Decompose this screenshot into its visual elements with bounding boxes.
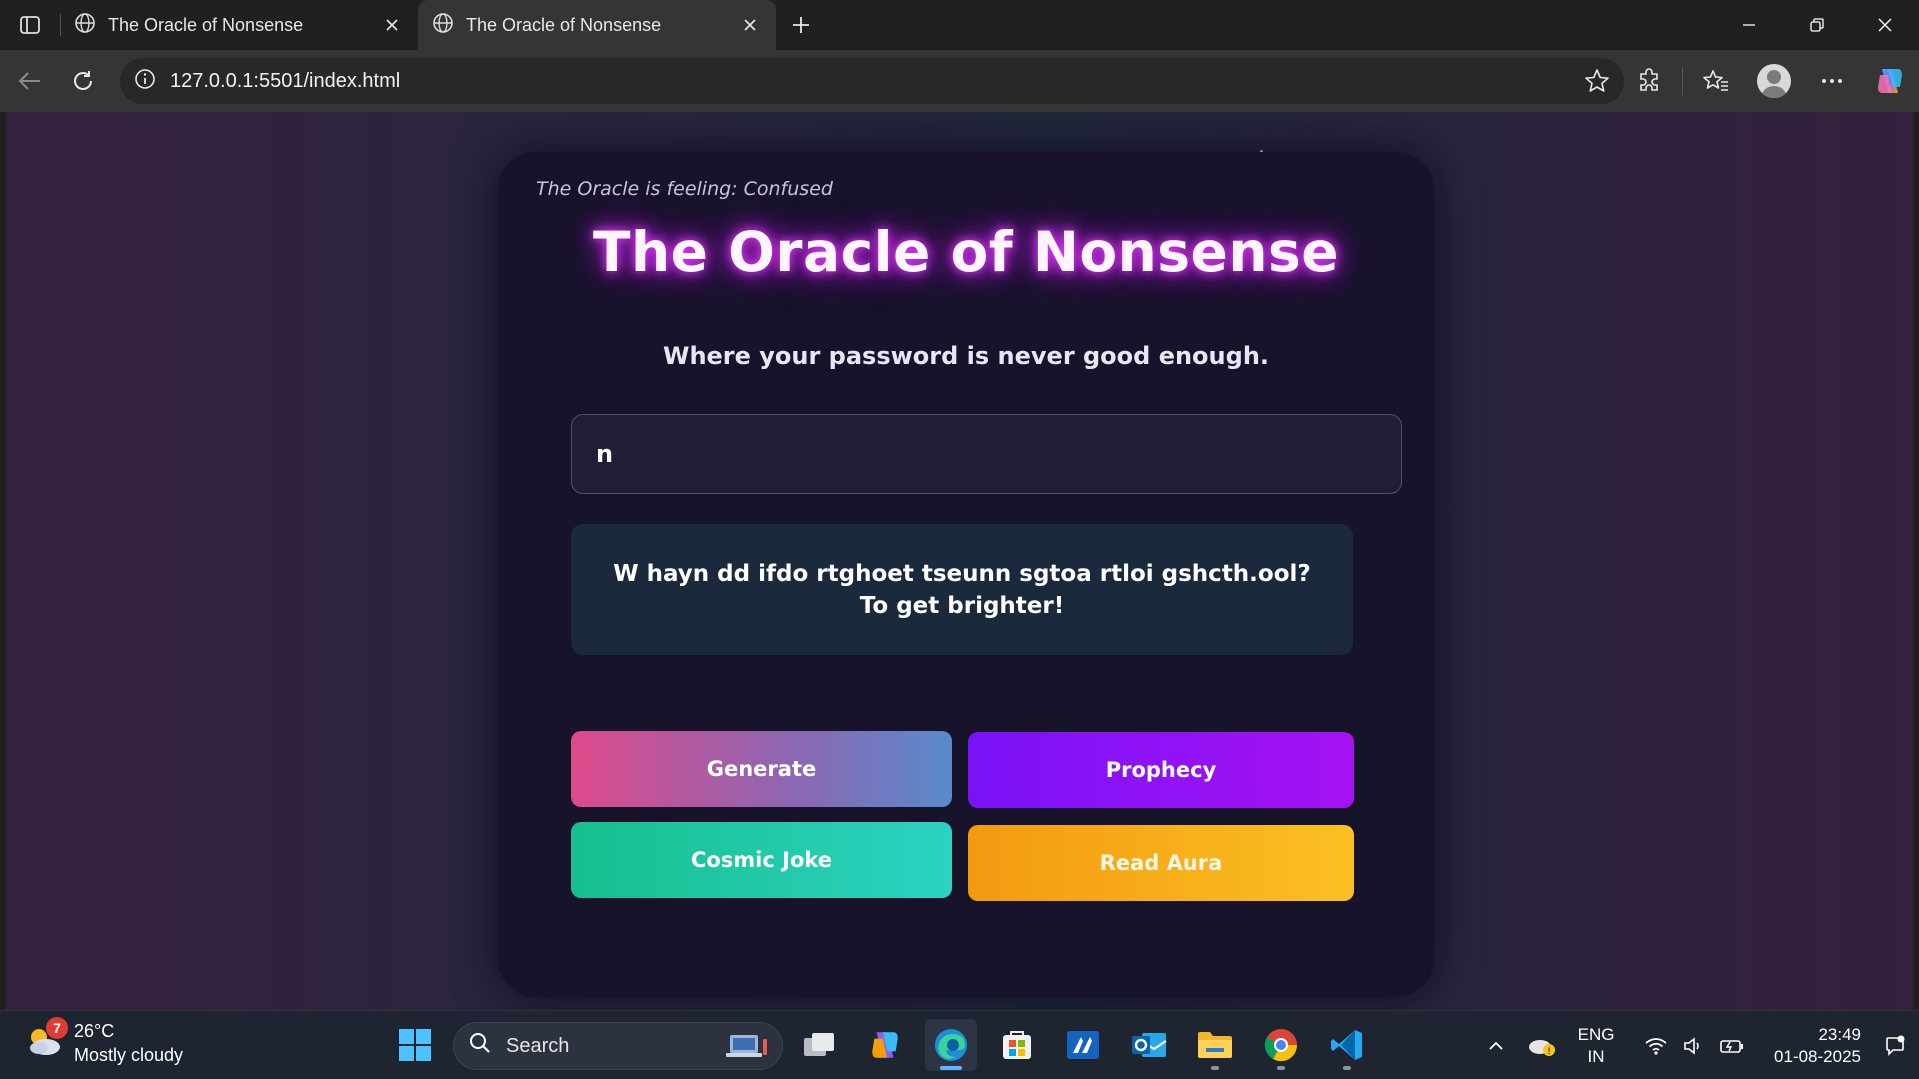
- weather-widget[interactable]: 7 26°C Mostly cloudy: [24, 1017, 183, 1067]
- globe-icon: [74, 12, 96, 39]
- chrome-icon[interactable]: [1255, 1019, 1307, 1071]
- favorites-icon[interactable]: [1687, 54, 1745, 108]
- notification-icon[interactable]: [1875, 1035, 1915, 1057]
- file-explorer-icon[interactable]: [1189, 1019, 1241, 1071]
- close-window-icon[interactable]: [1851, 0, 1919, 50]
- site-info-icon[interactable]: [134, 68, 156, 94]
- active-indicator: [940, 1066, 962, 1070]
- edge-app-icon[interactable]: [925, 1019, 977, 1071]
- weather-text: 26°C Mostly cloudy: [74, 1019, 183, 1067]
- sidebar-toggle-icon[interactable]: [0, 0, 60, 50]
- more-options-icon[interactable]: [1803, 54, 1861, 108]
- generate-button[interactable]: Generate: [571, 731, 952, 807]
- search-placeholder: Search: [506, 1034, 570, 1057]
- browser-tabstrip: The Oracle of Nonsense The Oracle of Non…: [0, 0, 1919, 50]
- tab-title: The Oracle of Nonsense: [466, 14, 662, 35]
- task-view-icon[interactable]: [793, 1019, 845, 1071]
- clock-time: 23:49: [1818, 1024, 1861, 1044]
- start-button[interactable]: [389, 1019, 441, 1071]
- windows-logo-icon: [399, 1029, 431, 1061]
- tab-separator: [60, 14, 61, 36]
- page-title: The Oracle of Nonsense: [592, 220, 1340, 284]
- weather-condition: Mostly cloudy: [74, 1045, 184, 1065]
- weather-temp: 26°C: [74, 1021, 115, 1041]
- running-indicator: [1211, 1066, 1219, 1070]
- window-controls: [1715, 0, 1919, 50]
- globe-icon: [432, 12, 454, 39]
- language-indicator[interactable]: ENG IN: [1566, 1024, 1626, 1068]
- vs-code-insiders-icon[interactable]: [1057, 1019, 1109, 1071]
- new-tab-icon[interactable]: [776, 0, 826, 50]
- page-subtitle: Where your password is never good enough…: [662, 342, 1270, 370]
- oracle-message: W hayn dd ifdo rtghoet tseunn sgtoa rtlo…: [571, 524, 1353, 655]
- prophecy-button[interactable]: Prophecy: [968, 732, 1354, 808]
- url-text[interactable]: 127.0.0.1:5501/index.html: [170, 70, 400, 93]
- minimize-icon[interactable]: [1715, 0, 1783, 50]
- svg-text:!: !: [1547, 1047, 1551, 1057]
- profile-avatar[interactable]: [1745, 54, 1803, 108]
- vscode-icon[interactable]: [1321, 1019, 1373, 1071]
- search-icon: [468, 1031, 492, 1061]
- volume-icon[interactable]: [1676, 1036, 1712, 1056]
- region-code: IN: [1587, 1046, 1605, 1066]
- close-icon[interactable]: [738, 13, 762, 37]
- outlook-icon[interactable]: [1123, 1019, 1175, 1071]
- clock-date: 01-08-2025: [1774, 1046, 1861, 1066]
- clock[interactable]: 23:49 01-08-2025: [1774, 1024, 1861, 1068]
- onedrive-warning-icon[interactable]: !: [1518, 1034, 1566, 1058]
- read-aura-button[interactable]: Read Aura: [968, 825, 1354, 901]
- extensions-icon[interactable]: [1620, 54, 1678, 108]
- page-viewport: The Oracle is feeling: Confused The Orac…: [6, 112, 1913, 1010]
- copilot-icon[interactable]: [1861, 54, 1919, 108]
- address-bar[interactable]: 127.0.0.1:5501/index.html: [120, 58, 1624, 104]
- toolbar-divider: [1682, 67, 1683, 95]
- running-indicator: [1343, 1066, 1351, 1070]
- taskbar: 7 26°C Mostly cloudy Search ! ENG IN 23:…: [0, 1010, 1919, 1079]
- tab-title: The Oracle of Nonsense: [108, 14, 304, 35]
- running-indicator: [1277, 1066, 1285, 1070]
- reload-icon[interactable]: [56, 54, 110, 108]
- battery-icon[interactable]: [1712, 1036, 1752, 1056]
- tab-oracle-1[interactable]: The Oracle of Nonsense: [60, 0, 418, 50]
- store-app-icon[interactable]: [991, 1019, 1043, 1071]
- oracle-card: The Oracle is feeling: Confused The Orac…: [498, 152, 1434, 997]
- taskbar-search[interactable]: Search: [453, 1022, 783, 1070]
- back-arrow-icon[interactable]: [2, 54, 56, 108]
- tab-oracle-2[interactable]: The Oracle of Nonsense: [418, 0, 776, 50]
- search-highlight-icon: [726, 1031, 770, 1067]
- cosmic-joke-button[interactable]: Cosmic Joke: [571, 822, 952, 898]
- copilot-app-icon[interactable]: [859, 1019, 911, 1071]
- weather-badge: 7: [46, 1017, 68, 1039]
- star-icon[interactable]: [1584, 68, 1610, 98]
- avatar: [1757, 64, 1791, 98]
- restore-icon[interactable]: [1783, 0, 1851, 50]
- chevron-up-icon[interactable]: [1474, 1041, 1518, 1051]
- password-input[interactable]: [571, 414, 1402, 494]
- toolbar-actions: [1620, 50, 1919, 112]
- wifi-icon[interactable]: [1636, 1036, 1676, 1056]
- oracle-mood-text: The Oracle is feeling: Confused: [536, 178, 833, 200]
- close-icon[interactable]: [380, 13, 404, 37]
- system-tray: ! ENG IN 23:49 01-08-2025: [1474, 1011, 1919, 1079]
- browser-toolbar: 127.0.0.1:5501/index.html: [0, 50, 1919, 112]
- language-code: ENG: [1577, 1024, 1615, 1044]
